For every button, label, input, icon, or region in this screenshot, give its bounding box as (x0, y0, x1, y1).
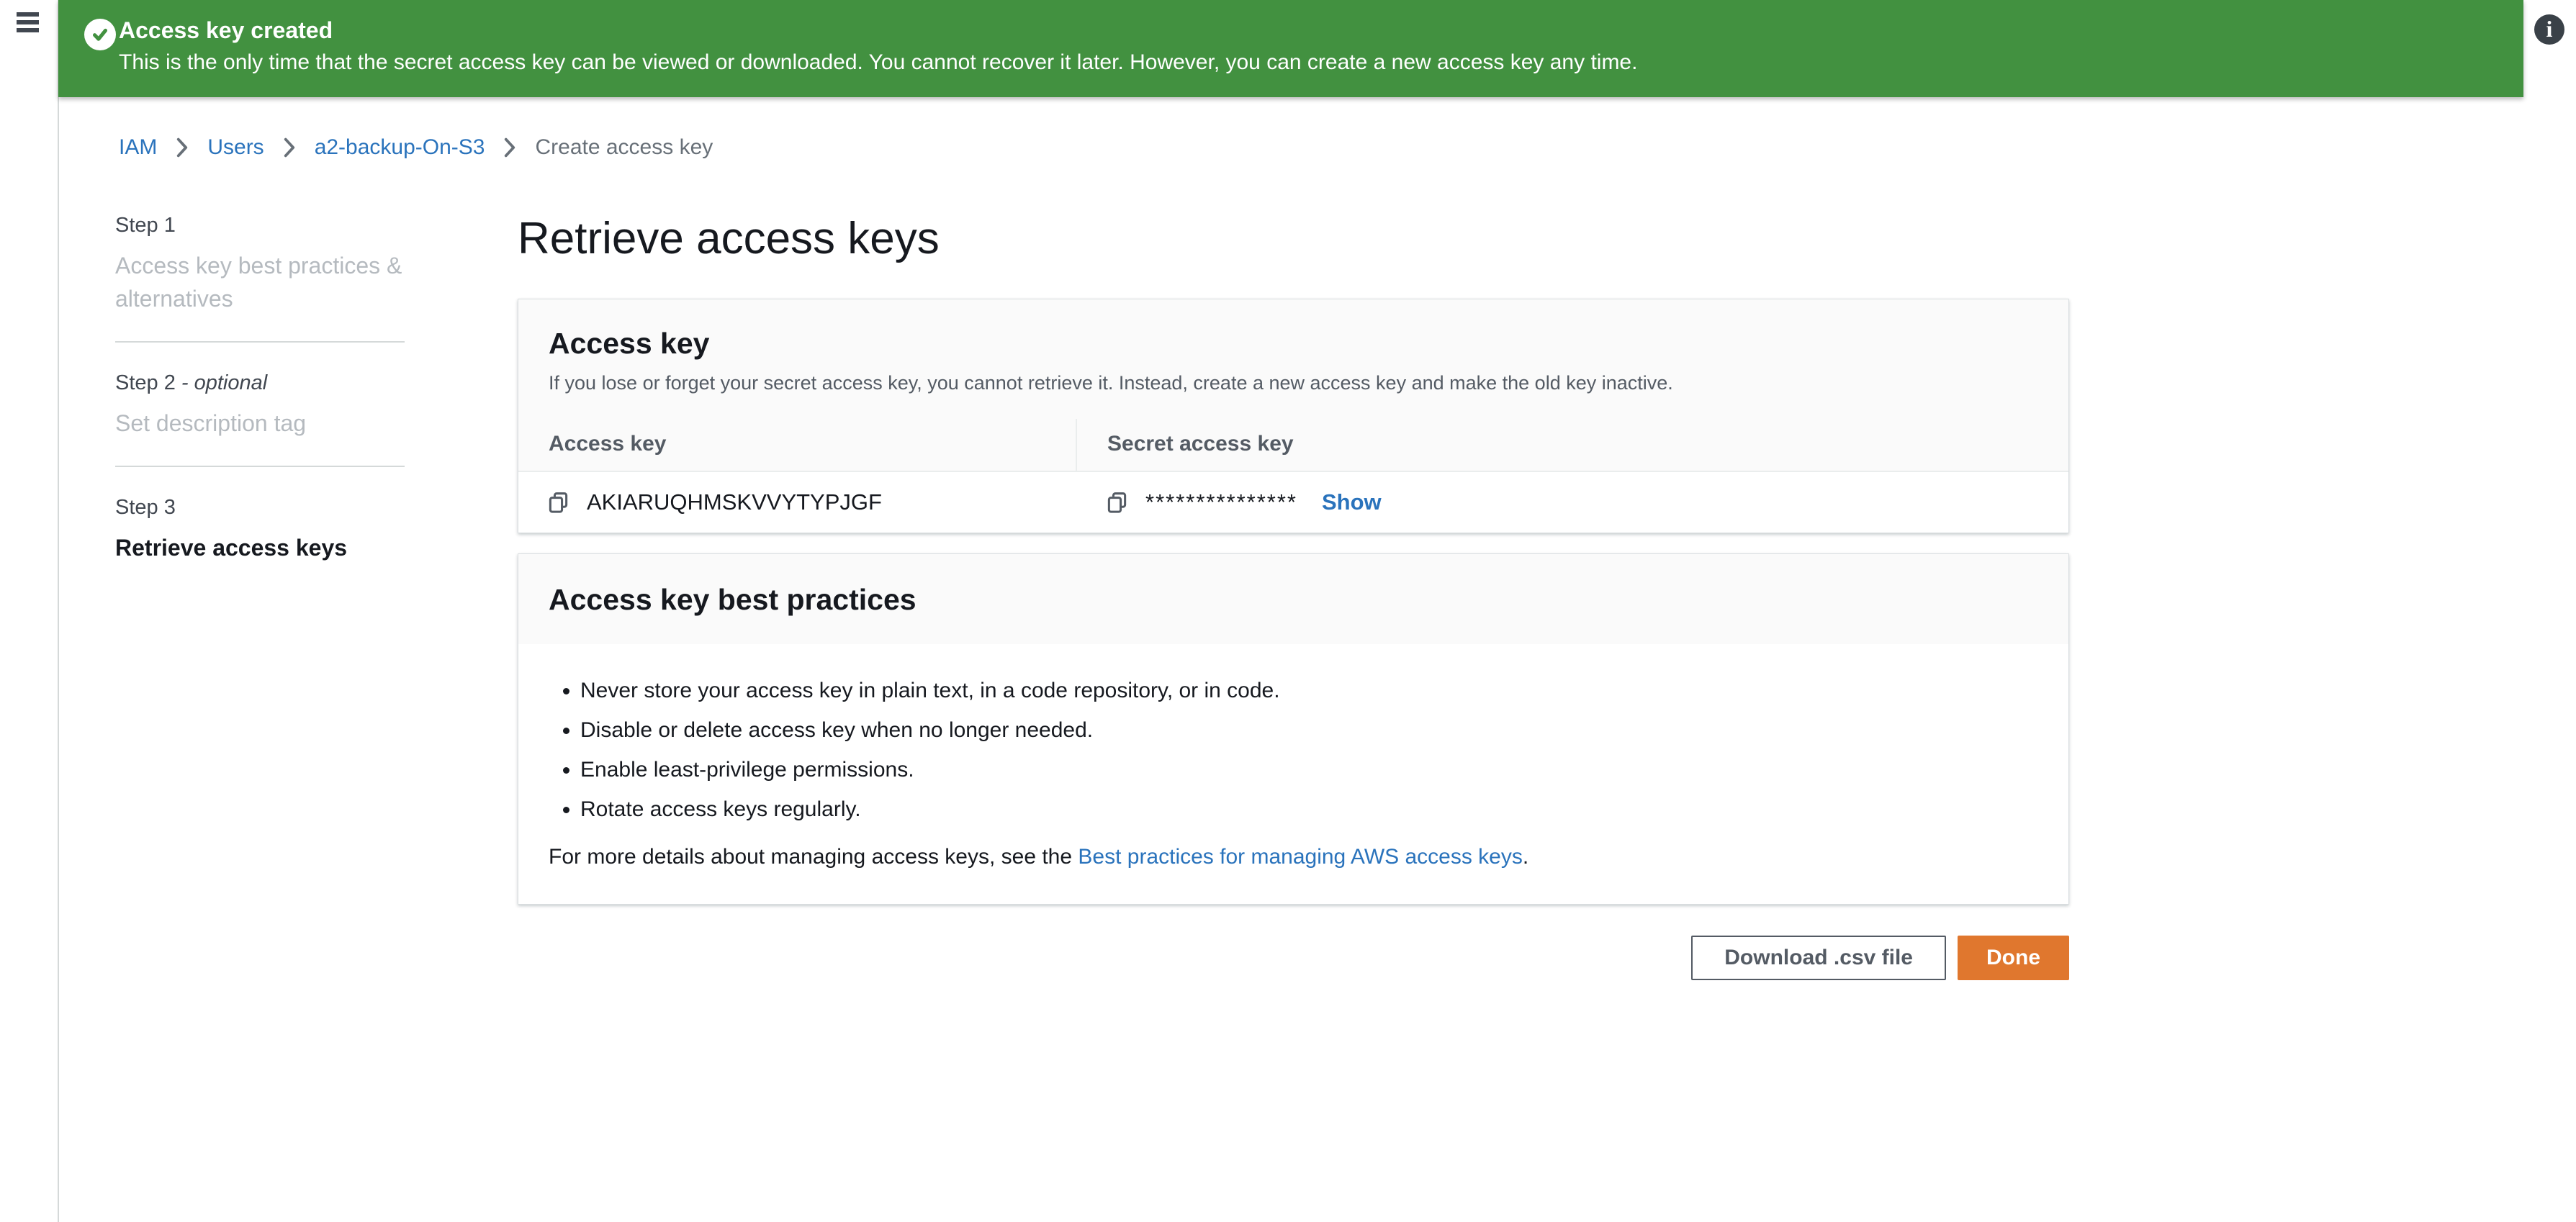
access-key-cell: AKIARUQHMSKVVYTYPJGF (518, 489, 1077, 515)
step-optional-suffix: - optional (176, 371, 267, 394)
info-icon[interactable] (2534, 14, 2564, 45)
step-3-title: Retrieve access keys (115, 531, 405, 564)
page-title: Retrieve access keys (518, 213, 940, 264)
step-divider (115, 341, 405, 343)
list-item: Rotate access keys regularly. (580, 796, 2038, 823)
secret-access-key-masked: *************** (1145, 489, 1297, 515)
access-key-panel-header: Access key If you lose or forget your se… (518, 299, 2068, 419)
flashbar-message: This is the only time that the secret ac… (119, 50, 1637, 75)
chevron-right-icon (283, 137, 296, 158)
footer-text: For more details about managing access k… (549, 845, 1078, 869)
hamburger-bar (17, 20, 39, 24)
best-practices-body: Never store your access key in plain tex… (518, 644, 2068, 904)
hamburger-bar (17, 28, 39, 32)
wizard-steps: Step 1 Access key best practices & alter… (115, 214, 405, 564)
flashbar-title: Access key created (119, 17, 333, 44)
footer-period: . (1523, 845, 1528, 869)
check-circle-icon (84, 19, 116, 50)
best-practices-list: Never store your access key in plain tex… (549, 677, 2038, 823)
download-csv-button[interactable]: Download .csv file (1691, 936, 1946, 980)
chevron-right-icon (176, 137, 189, 158)
step-divider (115, 466, 405, 467)
table-row: AKIARUQHMSKVVYTYPJGF *************** Sho… (518, 472, 2068, 533)
access-key-panel-title: Access key (549, 327, 2038, 361)
best-practices-panel: Access key best practices Never store yo… (518, 553, 2069, 905)
list-item: Disable or delete access key when no lon… (580, 717, 2038, 744)
hamburger-bar (17, 12, 39, 17)
breadcrumb-item-iam[interactable]: IAM (119, 135, 157, 160)
sidebar-divider (58, 0, 59, 1222)
breadcrumb-item-user-name[interactable]: a2-backup-On-S3 (315, 135, 485, 160)
breadcrumb-current: Create access key (535, 135, 713, 160)
show-secret-link[interactable]: Show (1322, 489, 1382, 515)
step-2: Step 2 - optional Set description tag (115, 371, 405, 440)
best-practices-footer: For more details about managing access k… (549, 845, 2038, 869)
done-button[interactable]: Done (1958, 936, 2069, 980)
step-number: Step 2 (115, 371, 176, 394)
breadcrumb: IAM Users a2-backup-On-S3 Create access … (119, 135, 713, 160)
access-key-panel: Access key If you lose or forget your se… (518, 299, 2069, 533)
step-number: Step 3 (115, 496, 176, 519)
step-3: Step 3 Retrieve access keys (115, 496, 405, 564)
access-key-panel-subtitle: If you lose or forget your secret access… (549, 372, 2038, 394)
list-item: Enable least-privilege permissions. (580, 756, 2038, 784)
step-1-title: Access key best practices & alternatives (115, 249, 405, 315)
access-key-table-header: Access key Secret access key (518, 419, 2068, 472)
secret-access-key-cell: *************** Show (1077, 489, 2068, 515)
access-key-value: AKIARUQHMSKVVYTYPJGF (587, 489, 882, 515)
best-practices-title: Access key best practices (549, 583, 2038, 617)
hamburger-menu-icon[interactable] (17, 12, 39, 34)
step-2-title: Set description tag (115, 407, 405, 440)
best-practices-link[interactable]: Best practices for managing AWS access k… (1078, 845, 1522, 869)
copy-icon[interactable] (1107, 492, 1127, 514)
column-header-secret-access-key: Secret access key (1077, 419, 2068, 471)
best-practices-header: Access key best practices (518, 554, 2068, 644)
step-1: Step 1 Access key best practices & alter… (115, 214, 405, 315)
list-item: Never store your access key in plain tex… (580, 677, 2038, 705)
action-buttons: Download .csv file Done (518, 936, 2069, 980)
column-header-access-key: Access key (518, 419, 1077, 471)
chevron-right-icon (503, 137, 516, 158)
success-flashbar: Access key created This is the only time… (58, 0, 2523, 97)
step-number: Step 1 (115, 214, 176, 237)
breadcrumb-item-users[interactable]: Users (207, 135, 264, 160)
copy-icon[interactable] (549, 492, 568, 514)
